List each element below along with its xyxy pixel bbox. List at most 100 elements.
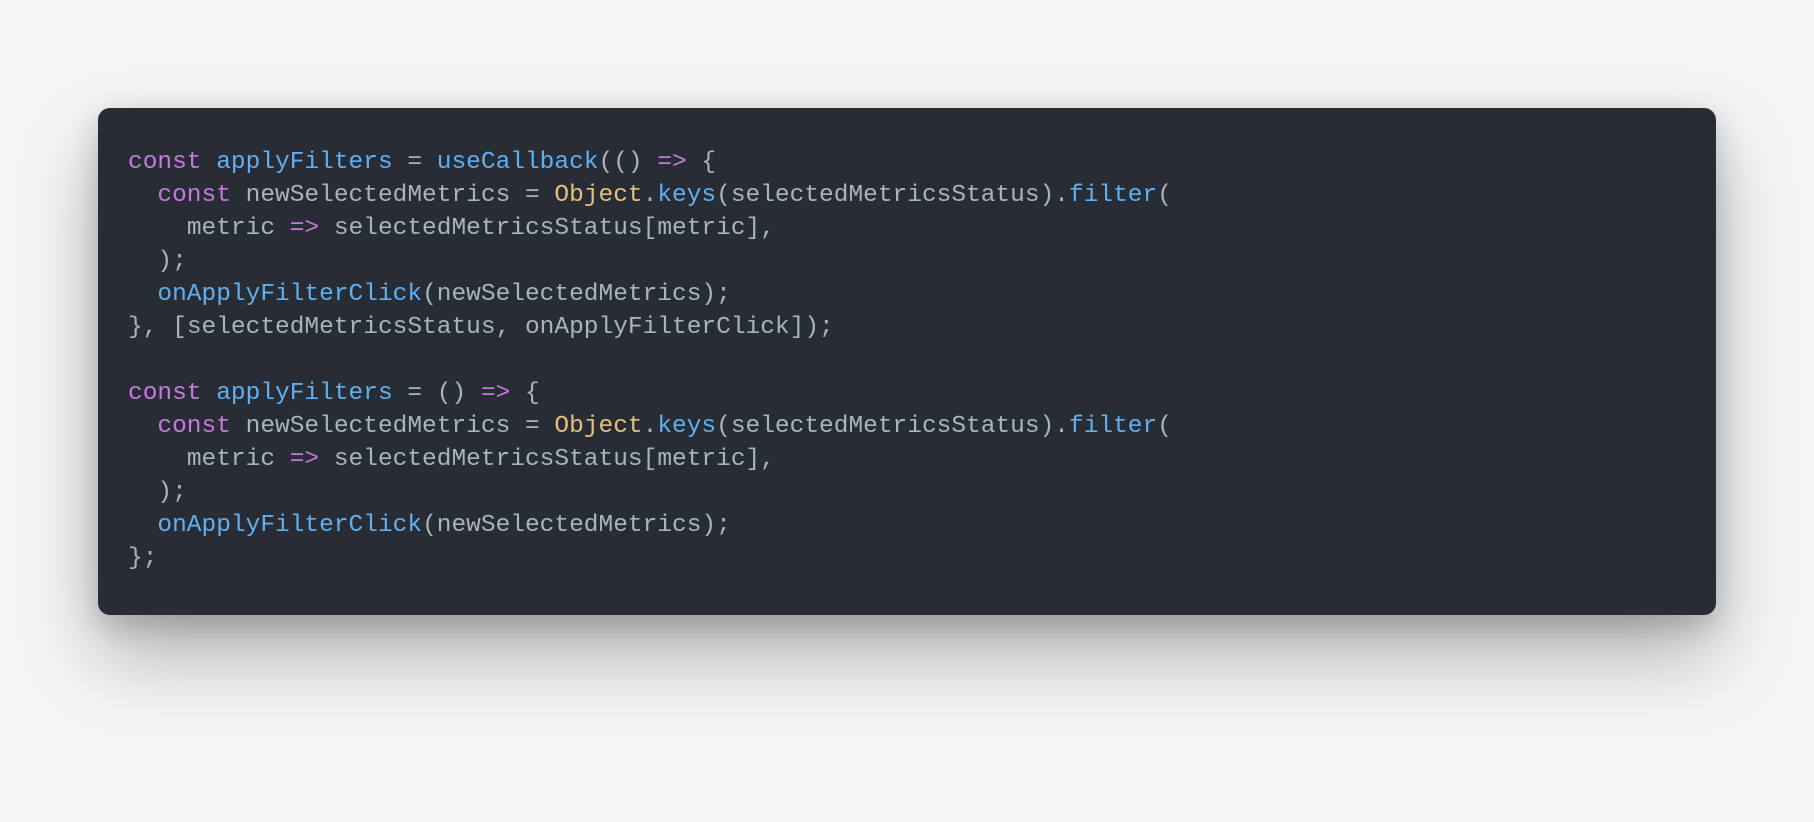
code-line: onApplyFilterClick(newSelectedMetrics); [128, 281, 731, 308]
code-token-sp [393, 149, 408, 176]
code-line: metric => selectedMetricsStatus[metric], [128, 215, 775, 242]
code-token-punc: ], [746, 215, 775, 242]
code-line: onApplyFilterClick(newSelectedMetrics); [128, 512, 731, 539]
code-token-op: = [407, 380, 422, 407]
code-token-var: selectedMetricsStatus [334, 446, 643, 473]
code-token-sp [540, 413, 555, 440]
code-token-fn: keys [657, 182, 716, 209]
code-token-var: newSelectedMetrics [246, 182, 511, 209]
code-line: const newSelectedMetrics = Object.keys(s… [128, 413, 1172, 440]
code-line: ); [128, 248, 187, 275]
code-token-sp [231, 413, 246, 440]
code-token-sp [128, 413, 157, 440]
code-line: const applyFilters = () => { [128, 380, 540, 407]
code-token-sp [128, 182, 157, 209]
code-token-arrow: => [290, 215, 319, 242]
code-line: metric => selectedMetricsStatus[metric], [128, 446, 775, 473]
code-token-punc: }; [128, 545, 157, 572]
code-token-var: newSelectedMetrics [246, 413, 511, 440]
code-token-punc: ( [1157, 182, 1172, 209]
code-token-punc: }, [ [128, 314, 187, 341]
code-token-op: = [525, 413, 540, 440]
code-token-var: metric [187, 215, 275, 242]
code-token-sp [422, 380, 437, 407]
code-line: }, [selectedMetricsStatus, onApplyFilter… [128, 314, 834, 341]
code-token-kw: const [157, 182, 231, 209]
code-token-fn: filter [1069, 413, 1157, 440]
code-token-op: = [407, 149, 422, 176]
code-block[interactable]: const applyFilters = useCallback(() => {… [128, 146, 1686, 575]
code-token-sp [510, 413, 525, 440]
code-token-sp [319, 215, 334, 242]
code-token-sp [231, 182, 246, 209]
code-token-var: selectedMetricsStatus [334, 215, 643, 242]
code-token-punc: ); [701, 281, 730, 308]
code-token-fn: onApplyFilterClick [157, 512, 422, 539]
code-token-arrow: => [481, 380, 510, 407]
code-token-fn: onApplyFilterClick [157, 281, 422, 308]
code-token-fn: filter [1069, 182, 1157, 209]
code-token-var: metric [187, 446, 275, 473]
code-token-var: selectedMetricsStatus [187, 314, 496, 341]
code-token-sp [540, 182, 555, 209]
code-token-punc: . [643, 413, 658, 440]
code-token-punc: [ [643, 446, 658, 473]
code-token-punc: ( [716, 182, 731, 209]
code-token-sp [202, 149, 217, 176]
code-token-sp [510, 380, 525, 407]
code-token-punc: ); [128, 248, 187, 275]
code-token-punc: ( [422, 281, 437, 308]
code-token-sp [393, 380, 408, 407]
code-token-punc: ], [746, 446, 775, 473]
code-token-sp [128, 446, 187, 473]
code-token-arrow: => [290, 446, 319, 473]
code-token-punc: { [525, 380, 540, 407]
code-token-var: metric [657, 446, 745, 473]
code-token-punc: . [643, 182, 658, 209]
code-line: const newSelectedMetrics = Object.keys(s… [128, 182, 1172, 209]
code-token-var: newSelectedMetrics [437, 512, 702, 539]
code-line: ); [128, 479, 187, 506]
code-line: const applyFilters = useCallback(() => { [128, 149, 716, 176]
code-token-fn: keys [657, 413, 716, 440]
code-token-punc: ( [1157, 413, 1172, 440]
code-token-punc: ( [422, 512, 437, 539]
code-token-punc: ); [128, 479, 187, 506]
page-stage: const applyFilters = useCallback(() => {… [0, 0, 1814, 822]
code-token-sp [643, 149, 658, 176]
code-token-kw: const [128, 149, 202, 176]
code-token-sp [319, 446, 334, 473]
code-token-sp [466, 380, 481, 407]
code-token-var: newSelectedMetrics [437, 281, 702, 308]
code-token-punc: [ [643, 215, 658, 242]
code-token-punc: ). [1040, 413, 1069, 440]
code-token-punc: ]); [790, 314, 834, 341]
code-token-punc: (() [599, 149, 643, 176]
code-token-var: metric [657, 215, 745, 242]
code-token-punc: { [701, 149, 716, 176]
code-token-punc: ( [716, 413, 731, 440]
code-token-var: onApplyFilterClick [525, 314, 790, 341]
code-line: }; [128, 545, 157, 572]
code-token-sp [128, 215, 187, 242]
code-token-fn: useCallback [437, 149, 599, 176]
code-token-sp [687, 149, 702, 176]
code-token-punc: ); [701, 512, 730, 539]
code-token-punc: , [496, 314, 525, 341]
code-token-kw: const [128, 380, 202, 407]
code-token-sp [422, 149, 437, 176]
code-token-sp [275, 446, 290, 473]
code-token-sp [128, 281, 157, 308]
code-token-fn: applyFilters [216, 149, 392, 176]
code-token-var: selectedMetricsStatus [731, 413, 1040, 440]
code-token-sp [275, 215, 290, 242]
code-card: const applyFilters = useCallback(() => {… [98, 108, 1716, 615]
code-token-arrow: => [657, 149, 686, 176]
code-token-cls: Object [554, 413, 642, 440]
code-token-op: = [525, 182, 540, 209]
code-token-sp [128, 512, 157, 539]
code-token-kw: const [157, 413, 231, 440]
code-token-punc: ). [1040, 182, 1069, 209]
code-token-sp [202, 380, 217, 407]
code-token-var: selectedMetricsStatus [731, 182, 1040, 209]
